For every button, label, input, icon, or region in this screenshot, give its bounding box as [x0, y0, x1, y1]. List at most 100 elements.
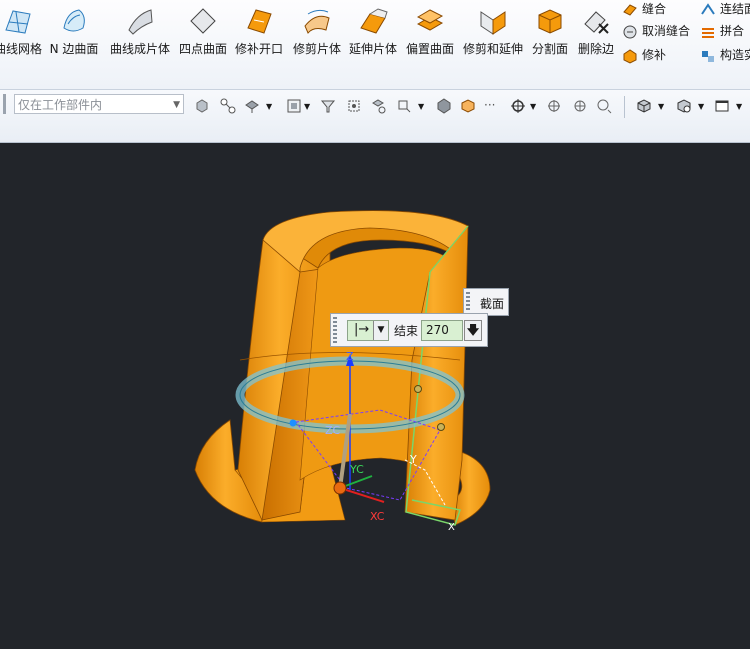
mesh-surface-button[interactable]: 曲线网格	[0, 0, 44, 70]
four-point-surface-icon	[190, 8, 216, 34]
x-label: X	[448, 522, 455, 533]
n-side-surface-label: N 边曲面	[49, 42, 99, 56]
quilt-button[interactable]: 拼合	[700, 22, 744, 42]
more-options-button[interactable]: ···	[484, 98, 500, 114]
join-face-icon	[701, 2, 715, 15]
snap-point-button[interactable]	[346, 98, 362, 114]
nodes-icon	[220, 98, 236, 114]
n-side-surface-button[interactable]: N 边曲面	[46, 0, 102, 70]
filter-button[interactable]	[320, 98, 336, 114]
offset-surface-button[interactable]: 偏置曲面	[402, 0, 458, 70]
mesh-surface-label: 曲线网格	[0, 42, 42, 56]
quilt-icon	[702, 27, 714, 38]
delete-edge-button[interactable]: 删除边	[574, 0, 618, 70]
point-constructor-dropdown[interactable]: ▼	[530, 98, 540, 114]
view-orientation-dropdown[interactable]: ▼	[658, 98, 668, 114]
selection-toolbar: 仅在工作部件内 ▼ ▼ ▼ ▼ ··· ▼ ▼ ▼ ▼	[0, 90, 750, 143]
toolbar-grip[interactable]	[3, 94, 6, 114]
sew-icon	[623, 3, 637, 16]
section-panel[interactable]: 截面	[463, 288, 509, 316]
select-body-button[interactable]	[220, 98, 236, 114]
four-point-surface-label: 四点曲面	[178, 42, 227, 56]
selection-scope-button[interactable]	[286, 98, 302, 114]
limit-type-dropdown[interactable]: |→ ▼	[347, 320, 389, 341]
end-angle-dynamic-input[interactable]: |→ ▼ 结束 270 🡇	[330, 313, 488, 347]
window-layout-button[interactable]	[714, 98, 730, 114]
unsew-icon	[623, 25, 637, 38]
divide-face-icon	[538, 9, 562, 34]
select-edge-dropdown[interactable]: ▼	[418, 98, 428, 114]
part-model-drawing[interactable]: Z ZC YC XC Y X	[0, 143, 750, 649]
trim-extend-icon	[480, 11, 506, 35]
panel-grip[interactable]	[466, 292, 470, 312]
selection-scope-dropdown[interactable]: ▼	[304, 98, 314, 114]
snap-intersection-button[interactable]	[596, 98, 612, 114]
filter-box-icon	[287, 99, 301, 113]
chevron-down-icon: ▼	[736, 102, 743, 111]
angle-options-button[interactable]: 🡇	[464, 320, 482, 341]
snap-quadrant-button[interactable]	[572, 98, 588, 114]
panel-grip[interactable]	[333, 317, 337, 343]
select-face-button[interactable]	[370, 98, 386, 114]
end-label: 结束	[394, 324, 419, 338]
trim-sheet-button[interactable]: 修剪片体	[290, 0, 344, 70]
yc-label: YC	[349, 463, 364, 476]
four-point-surface-button[interactable]: 四点曲面	[176, 0, 230, 70]
drag-handle[interactable]	[414, 385, 422, 393]
unsew-button[interactable]: 取消缝合	[622, 22, 690, 42]
curve-to-sheet-button[interactable]: 曲线成片体	[106, 0, 174, 70]
extend-sheet-button[interactable]: 延伸片体	[346, 0, 400, 70]
arrow-down-icon: 🡇	[466, 323, 480, 337]
patch-opening-label: 修补开口	[234, 42, 283, 56]
value-limit-icon: |→	[354, 322, 370, 337]
select-component-dropdown[interactable]: ▼	[266, 98, 276, 114]
trim-extend-button[interactable]: 修剪和延伸	[460, 0, 526, 70]
graphics-viewport[interactable]: Z ZC YC XC Y X 截面 |→ ▼ 结束 270 🡇	[0, 143, 750, 649]
patch-icon	[623, 48, 637, 64]
window-layout-dropdown[interactable]: ▼	[736, 98, 746, 114]
ring-handle[interactable]	[289, 419, 297, 427]
end-angle-input[interactable]: 270	[421, 320, 463, 341]
face-select-icon	[372, 99, 386, 114]
scope-filter-dropdown[interactable]: 仅在工作部件内 ▼	[14, 94, 184, 114]
delete-edge-label: 删除边	[577, 42, 614, 56]
snap-center-button[interactable]	[546, 98, 562, 114]
gear-cube-icon	[677, 99, 691, 113]
select-feature-button[interactable]	[194, 98, 210, 114]
ellipsis-icon: ···	[484, 98, 496, 112]
snap-icon	[348, 100, 360, 112]
join-face-button[interactable]: 连结面	[700, 0, 750, 20]
divide-face-button[interactable]: 分割面	[528, 0, 572, 70]
chevron-down-icon: ▼	[173, 100, 180, 110]
offset-surface-icon	[416, 9, 444, 31]
window-icon	[715, 100, 729, 112]
chevron-down-icon: ▼	[266, 102, 273, 111]
patch-opening-button[interactable]: 修补开口	[232, 0, 286, 70]
chevron-down-icon: ▼	[304, 102, 311, 111]
curve-to-sheet-label: 曲线成片体	[109, 42, 170, 56]
chevron-down-icon: ▼	[373, 321, 388, 340]
sew-button[interactable]: 缝合	[622, 0, 666, 20]
construct-solid-icon	[702, 50, 714, 62]
chevron-down-icon: ▼	[418, 102, 425, 111]
patch-button[interactable]: 修补	[622, 46, 666, 66]
construct-solid-button[interactable]: 构造实	[700, 46, 750, 66]
chevron-down-icon: ▼	[698, 102, 705, 111]
drag-handle[interactable]	[437, 423, 445, 431]
select-component-button[interactable]	[244, 98, 260, 114]
point-constructor-button[interactable]	[510, 98, 526, 114]
crosshair-icon	[511, 99, 525, 113]
origin-handle[interactable]	[333, 481, 347, 495]
target-icon	[548, 100, 560, 112]
patch-opening-icon	[247, 9, 272, 34]
select-edge-button[interactable]	[396, 98, 412, 114]
view-orientation-button[interactable]	[636, 98, 652, 114]
trim-sheet-icon	[304, 9, 330, 34]
extend-sheet-label: 延伸片体	[348, 42, 397, 56]
solid-display-button[interactable]	[436, 98, 452, 114]
shaded-display-button[interactable]	[460, 98, 476, 114]
render-style-dropdown[interactable]: ▼	[698, 98, 708, 114]
funnel-icon	[320, 100, 336, 113]
trim-extend-label: 修剪和延伸	[462, 42, 523, 56]
render-style-button[interactable]	[676, 98, 692, 114]
